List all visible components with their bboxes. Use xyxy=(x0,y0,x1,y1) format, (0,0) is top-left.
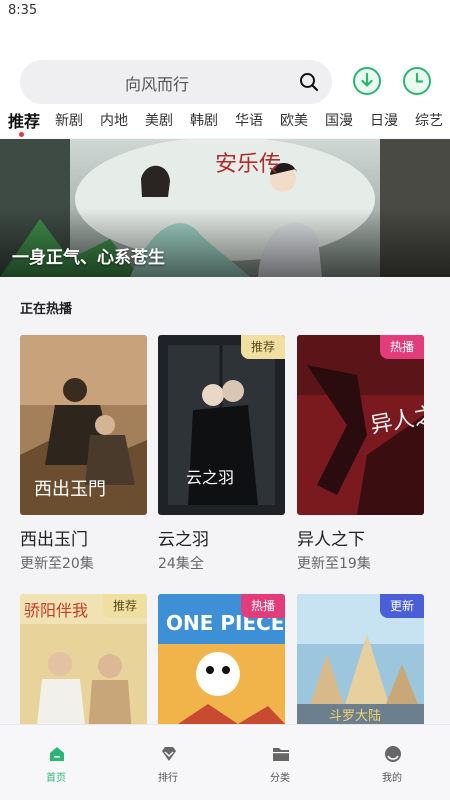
card-subtitle: 24集全 xyxy=(158,556,204,572)
card-subtitle: 更新至20集 xyxy=(20,556,94,572)
poster-image[interactable]: 异人之下 热播 xyxy=(297,335,424,515)
user-icon xyxy=(384,745,402,763)
tab-chinese[interactable]: 华语 xyxy=(235,110,263,130)
banner-caption: 一身正气、心系苍生 xyxy=(12,248,165,268)
tab-mainland[interactable]: 内地 xyxy=(100,110,128,130)
nav-category[interactable]: 分类 xyxy=(224,725,336,800)
tab-cn-anime[interactable]: 国漫 xyxy=(325,110,353,130)
poster-text: 斗罗大陆 xyxy=(329,708,381,724)
poster-image[interactable]: ONE PIECE 热播 xyxy=(158,594,285,724)
new-badge: 更新 xyxy=(379,594,424,618)
hero-banner[interactable]: 安乐传 一身正气、心系苍生 xyxy=(0,139,450,277)
status-time: 8:35 xyxy=(8,3,38,18)
poster-text: 骄阳伴我 xyxy=(24,601,88,620)
tab-korea[interactable]: 韩剧 xyxy=(190,110,218,130)
poster-image[interactable]: 骄阳伴我 推荐 xyxy=(20,594,147,724)
card-title: 西出玉门 xyxy=(20,530,88,550)
hot-badge: 热播 xyxy=(379,335,424,359)
category-tabs: 推荐 新剧 内地 美剧 韩剧 华语 欧美 国漫 日漫 综艺 xyxy=(0,104,450,138)
drama-card[interactable]: 斗罗大陆 更新 xyxy=(297,594,424,724)
card-title: 云之羽 xyxy=(158,530,209,550)
search-bar[interactable]: 向风而行 xyxy=(20,60,332,104)
search-icon[interactable] xyxy=(298,71,320,93)
diamond-icon xyxy=(160,745,178,763)
active-tab-indicator xyxy=(19,132,24,137)
home-icon xyxy=(48,745,66,763)
poster-image[interactable]: 西出玉門 xyxy=(20,335,147,515)
card-title: 异人之下 xyxy=(297,530,365,550)
tab-us[interactable]: 美剧 xyxy=(145,110,173,130)
poster-image[interactable]: 斗罗大陆 更新 xyxy=(297,594,424,724)
card-subtitle: 更新至19集 xyxy=(297,556,371,572)
status-bar: 8:35 xyxy=(0,0,450,22)
tab-variety[interactable]: 综艺 xyxy=(415,110,443,130)
nav-ranking[interactable]: 排行 xyxy=(112,725,224,800)
section-title: 正在热播 xyxy=(20,302,73,317)
poster-text: 云之羽 xyxy=(186,468,234,487)
tab-western[interactable]: 欧美 xyxy=(280,110,308,130)
bottom-nav: 首页 排行 分类 我的 xyxy=(0,724,450,800)
nav-category-label: 分类 xyxy=(270,773,290,784)
search-placeholder: 向风而行 xyxy=(124,75,189,94)
poster-text: 西出玉門 xyxy=(34,479,106,500)
tab-jp-anime[interactable]: 日漫 xyxy=(370,110,398,130)
recommend-badge: 推荐 xyxy=(240,335,285,359)
hot-badge: 热播 xyxy=(240,594,285,618)
clock-icon[interactable] xyxy=(402,66,432,96)
tab-new[interactable]: 新剧 xyxy=(55,110,83,130)
nav-home[interactable]: 首页 xyxy=(0,725,112,800)
tab-recommend[interactable]: 推荐 xyxy=(8,108,40,132)
drama-card[interactable]: ONE PIECE 热播 xyxy=(158,594,285,724)
nav-ranking-label: 排行 xyxy=(158,773,178,784)
folder-icon xyxy=(272,745,290,763)
download-icon[interactable] xyxy=(352,66,382,96)
drama-card[interactable]: 骄阳伴我 推荐 xyxy=(20,594,147,724)
nav-mine-label: 我的 xyxy=(382,773,402,784)
poster-image[interactable]: 云之羽 推荐 xyxy=(158,335,285,515)
recommend-badge: 推荐 xyxy=(102,594,147,618)
nav-mine[interactable]: 我的 xyxy=(336,725,448,800)
nav-home-label: 首页 xyxy=(46,773,66,784)
